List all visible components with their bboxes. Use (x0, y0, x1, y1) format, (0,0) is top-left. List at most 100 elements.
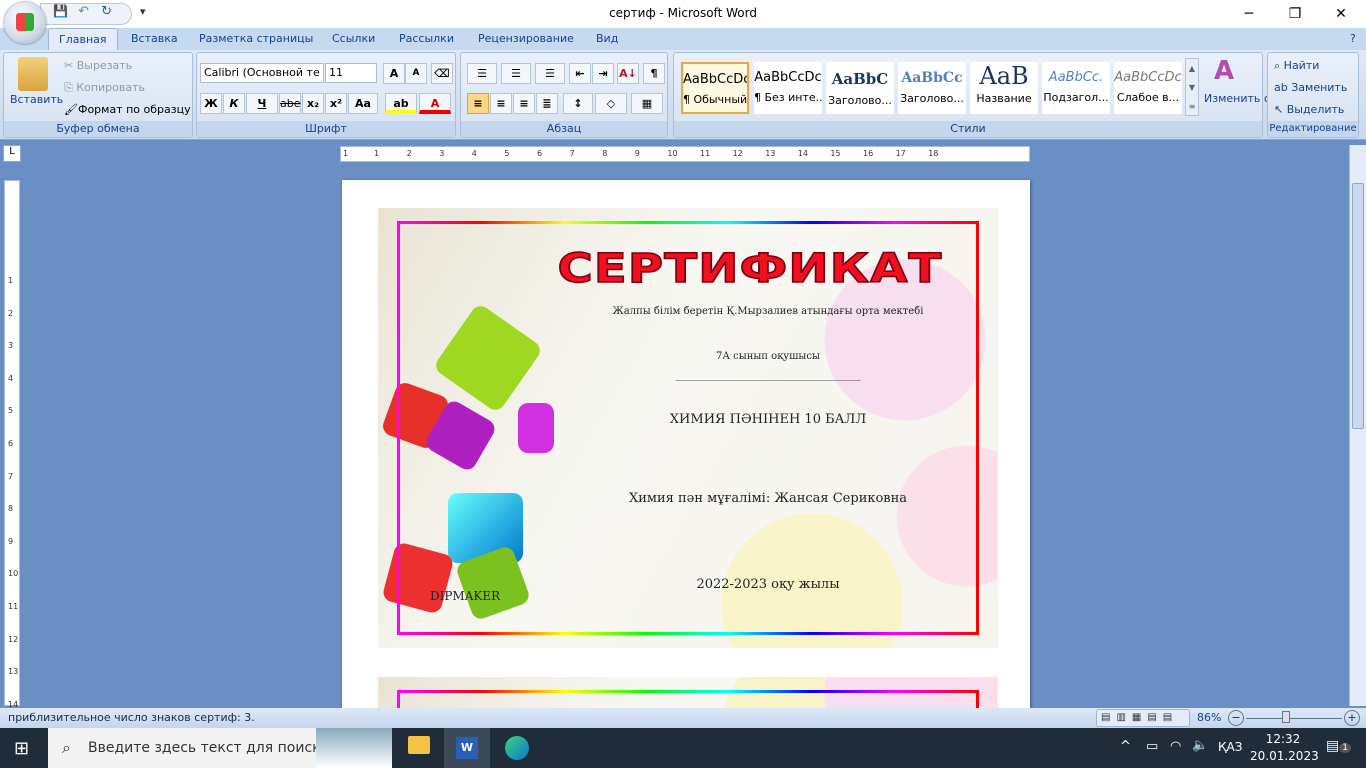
show-formatting-button[interactable]: ¶ (643, 63, 665, 84)
paste-button[interactable]: Вставить (10, 93, 63, 106)
office-button[interactable] (4, 2, 46, 44)
ruler-tick-label: 3 (8, 341, 14, 351)
meet-now-icon[interactable]: ▭ (1146, 739, 1158, 754)
shrink-font-button[interactable]: A (405, 63, 427, 84)
clock[interactable]: 12:32 20.01.2023 (1250, 731, 1319, 765)
font-name-select[interactable]: Calibri (Основной те (200, 63, 324, 83)
shading-icon[interactable]: ◇ (595, 93, 627, 114)
ruler-tick-label: 13 (765, 149, 776, 158)
borders-icon[interactable]: ▦ (631, 93, 663, 114)
style-title[interactable]: AaB Название (970, 62, 1038, 114)
tab-page-layout[interactable]: Разметка страницы (199, 28, 313, 50)
increase-indent-icon[interactable]: ⇥ (592, 63, 614, 84)
character-count[interactable]: приблизительное число знаков сертиф: 3. (8, 711, 255, 724)
minimize-button[interactable]: ─ (1226, 0, 1272, 28)
redo-icon[interactable]: ↻ (101, 4, 112, 19)
style-heading-1[interactable]: AaBbC Заголово... (826, 62, 894, 114)
style-name: Заголово... (828, 94, 892, 107)
tab-review[interactable]: Рецензирование (478, 28, 574, 50)
change-case-button[interactable]: Aa (348, 93, 378, 114)
save-icon[interactable]: 💾 (53, 4, 68, 18)
format-painter-button[interactable]: 🖌Формат по образцу (64, 103, 191, 116)
clear-formatting-icon[interactable]: ⌫ (431, 63, 453, 84)
style-subtitle[interactable]: AaBbCc. Подзагол... (1042, 62, 1110, 114)
superscript-button[interactable]: x² (325, 93, 347, 114)
ruler-tick-label: 13 (8, 667, 19, 677)
highlight-button[interactable]: ab (385, 93, 417, 114)
style-name: ¶ Без инте... (754, 91, 822, 104)
language-indicator[interactable]: ҚАЗ (1218, 740, 1242, 754)
bold-button[interactable]: Ж (200, 93, 222, 114)
font-size-select[interactable]: 11 (325, 63, 377, 83)
replace-button[interactable]: ab Заменить (1274, 81, 1347, 94)
vertical-ruler[interactable]: 123456789101112131415 (4, 180, 20, 741)
bullets-icon[interactable]: ☰ (467, 63, 497, 84)
customize-qat-icon[interactable]: ▾ (140, 5, 146, 18)
horizontal-ruler[interactable]: 1 1 2 3 4 5 6 7 8 9 10 11 12 13 14 15 16 17 18 (340, 146, 1030, 162)
zoom-out-button[interactable]: − (1228, 710, 1244, 726)
sort-button[interactable]: А↓ (617, 63, 639, 84)
edge-icon[interactable] (505, 736, 529, 760)
align-center-icon[interactable]: ≡ (490, 93, 512, 114)
select-button[interactable]: ↖ Выделить (1274, 103, 1344, 116)
zoom-slider[interactable] (1246, 718, 1342, 719)
scrollbar-thumb[interactable] (1352, 183, 1364, 429)
tab-selector[interactable]: L (3, 145, 21, 162)
align-right-icon[interactable]: ≡ (513, 93, 535, 114)
notification-icon[interactable]: ▤ 1 (1326, 738, 1351, 754)
align-left-icon[interactable]: ≡ (467, 93, 489, 114)
styles-scroll[interactable]: ▲ ▼ ≡ (1185, 58, 1199, 116)
zoom-in-button[interactable]: + (1344, 710, 1360, 726)
paragraph-group: ☰ ☰ ☰ ⇤ ⇥ А↓ ¶ ≡ ≡ ≡ ≣ ↕ ◇ ▦ Абзац (460, 52, 668, 138)
file-explorer-icon[interactable] (408, 736, 430, 754)
show-hidden-icons[interactable]: ^ (1120, 739, 1131, 754)
ruler-tick-label: 10 (667, 149, 678, 158)
ruler-tick-label: 8 (602, 149, 608, 158)
ruler-tick-label: 2 (406, 149, 412, 158)
strikethrough-button[interactable]: abe (279, 93, 301, 114)
windows-start-icon[interactable]: ⊞ (14, 738, 29, 759)
grow-font-button[interactable]: A (383, 63, 405, 84)
justify-icon[interactable]: ≣ (536, 93, 558, 114)
numbering-icon[interactable]: ☰ (501, 63, 531, 84)
multilevel-list-icon[interactable]: ☰ (535, 63, 565, 84)
find-button: ⌕ Найти (1274, 59, 1320, 72)
cut-button[interactable]: ✂ Вырезать (64, 59, 132, 72)
search-highlight-image (316, 728, 392, 768)
tab-home[interactable]: Главная (48, 28, 118, 50)
subscript-button[interactable]: x₂ (302, 93, 324, 114)
word-taskbar-button[interactable]: W (444, 728, 490, 768)
tab-view[interactable]: Вид (596, 28, 618, 50)
close-button[interactable]: ✕ (1318, 0, 1364, 28)
zoom-level[interactable]: 86% (1197, 711, 1221, 724)
style-name: Подзагол... (1043, 91, 1109, 104)
style-heading-2[interactable]: AaBbCc Заголово... (898, 62, 966, 114)
tab-mailings[interactable]: Рассылки (399, 28, 454, 50)
cut-label: Вырезать (76, 59, 133, 72)
line-spacing-icon[interactable]: ↕ (563, 93, 593, 114)
certificate-title: СЕРТИФИКАТ (557, 245, 943, 293)
help-icon[interactable]: ? (1350, 32, 1356, 45)
taskbar-search-box[interactable]: ⌕ Введите здесь текст для поиска (48, 728, 392, 768)
style-normal[interactable]: AaBbCcDc ¶ Обычный (681, 62, 749, 114)
style-no-spacing[interactable]: AaBbCcDc ¶ Без инте... (754, 62, 822, 114)
decrease-indent-icon[interactable]: ⇤ (569, 63, 591, 84)
paste-icon[interactable] (18, 57, 48, 91)
view-buttons[interactable]: ▤▥▦▤▤ (1096, 709, 1190, 727)
network-icon[interactable]: ◠ (1170, 739, 1181, 754)
italic-button[interactable]: К (223, 93, 245, 114)
tab-references[interactable]: Ссылки (332, 28, 375, 50)
zoom-slider-thumb[interactable] (1282, 711, 1290, 723)
tab-insert[interactable]: Вставка (131, 28, 178, 50)
font-color-button[interactable]: A (419, 93, 451, 114)
style-subtle-emphasis[interactable]: AaBbCcDc Слабое в... (1114, 62, 1182, 114)
vertical-scrollbar[interactable] (1349, 145, 1366, 706)
maximize-button[interactable]: ❐ (1272, 0, 1318, 28)
document-page[interactable]: DIPMAKER СЕРТИФИКАТ Жалпы білім беретін … (342, 180, 1030, 737)
undo-icon[interactable]: ↶ (78, 4, 89, 19)
copy-button[interactable]: ⎘ Копировать (64, 81, 145, 95)
volume-icon[interactable]: 🔈 (1192, 738, 1208, 753)
underline-button[interactable]: Ч (246, 93, 278, 114)
ruler-tick-label: 5 (8, 406, 14, 416)
ruler-tick-label: 14 (797, 149, 808, 158)
